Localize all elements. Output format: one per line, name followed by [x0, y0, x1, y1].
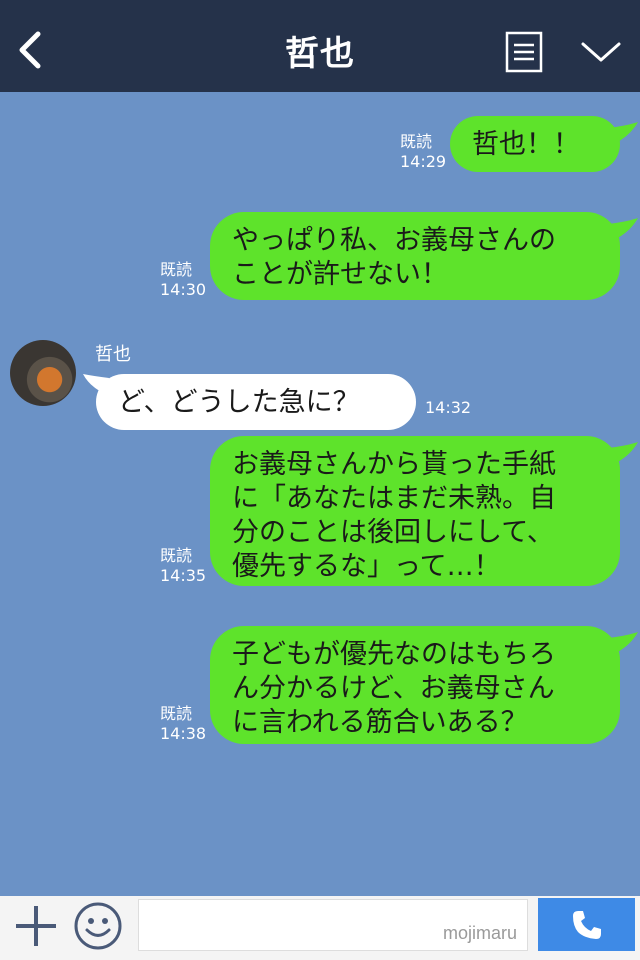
message-line: に言われる筋合いある？ — [232, 707, 528, 738]
message-line: ど、どうした急に？ — [118, 387, 360, 418]
chevron-down-icon[interactable] — [580, 36, 622, 66]
message-bubble-outgoing[interactable]: 子どもが優先なのはもちろ ん分かるけど、お義母さん に言われる筋合いある？ — [210, 626, 620, 744]
message-time: 14:29 — [400, 152, 447, 171]
chat-area[interactable]: 既読 14:29 哲也！！ 既読 14:30 やっぱり私、お義母さんの ことが許… — [0, 92, 640, 896]
call-button[interactable] — [538, 898, 635, 951]
message-time: 14:30 — [160, 280, 207, 299]
watermark: mojimaru — [442, 923, 517, 943]
message-bubble-outgoing[interactable]: お義母さんから貰った手紙 に「あなたはまだ未熟。自 分のことは後回しにして、 優… — [210, 436, 620, 586]
chat-header: 哲也 — [0, 0, 640, 92]
message-time: 14:38 — [160, 724, 207, 743]
read-label: 既読 — [160, 546, 193, 565]
chat-title: 哲也 — [285, 34, 355, 74]
message-line: やっぱり私、お義母さんの — [232, 225, 556, 256]
message-line: に「あなたはまだ未熟。自 — [232, 483, 556, 514]
message-meta: 既読 14:38 — [160, 704, 206, 744]
menu-list-icon[interactable] — [505, 31, 543, 73]
plus-icon[interactable] — [14, 904, 58, 948]
read-label: 既読 — [400, 132, 433, 151]
read-label: 既読 — [160, 260, 193, 279]
emoji-icon[interactable] — [73, 901, 123, 951]
read-label: 既読 — [160, 704, 193, 723]
message-line: 子どもが優先なのはもちろ — [232, 639, 556, 670]
message-time: 14:35 — [160, 566, 207, 585]
message-line: 優先するな」って…！ — [232, 551, 501, 582]
message-line: 哲也！！ — [472, 129, 580, 160]
message-meta: 既読 14:30 — [160, 260, 206, 300]
input-bar: mojimaru — [0, 896, 640, 960]
message-input[interactable]: mojimaru — [138, 899, 528, 951]
phone-icon — [573, 911, 601, 939]
message-line: ん分かるけど、お義母さん — [232, 673, 555, 704]
message-meta: 既読 14:29 — [400, 132, 446, 172]
sender-name: 哲也 — [95, 344, 131, 365]
message-bubble-incoming[interactable]: ど、どうした急に？ — [96, 374, 416, 430]
avatar[interactable] — [10, 340, 76, 406]
message-time: 14:32 — [425, 398, 472, 417]
message-line: お義母さんから貰った手紙 — [232, 449, 556, 480]
message-bubble-outgoing[interactable]: やっぱり私、お義母さんの ことが許せない！ — [210, 212, 620, 300]
message-meta: 既読 14:35 — [160, 546, 206, 586]
message-bubble-outgoing[interactable]: 哲也！！ — [450, 116, 620, 172]
message-line: 分のことは後回しにして、 — [232, 517, 554, 548]
message-line: ことが許せない！ — [232, 259, 448, 290]
